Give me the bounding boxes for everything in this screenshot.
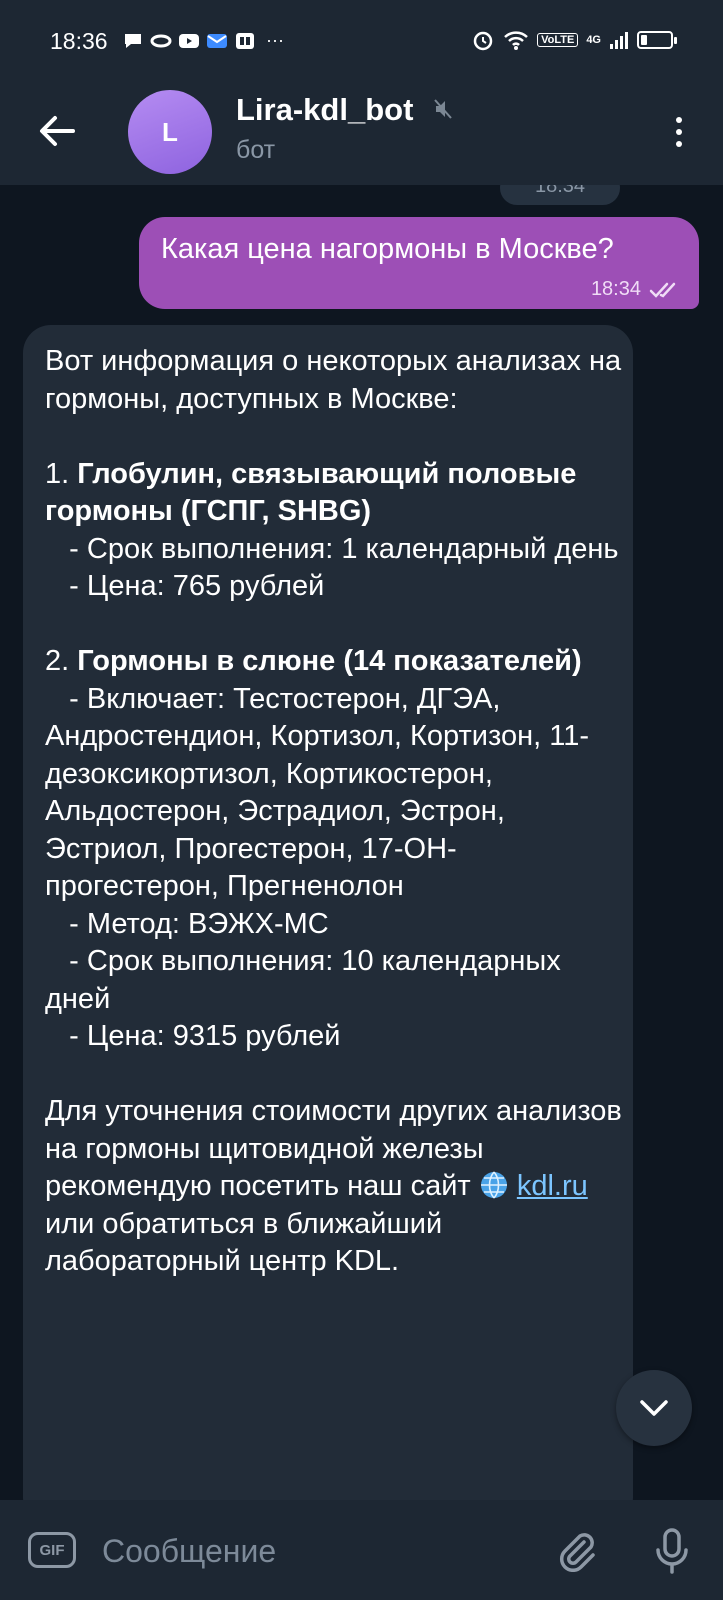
kdl-link[interactable]: kdl.ru [517,1170,588,1202]
globe-icon [480,1171,507,1199]
office-icon [236,32,254,49]
signal-icon [610,32,628,49]
system-icons: VoLTE 4G [471,28,677,52]
chat-subtitle: бот [236,136,276,164]
item1-title: Глобулин, связывающий половые гормоны (Г… [45,457,585,528]
avatar-letter: L [162,116,178,147]
alarm-icon [473,31,493,51]
chevron-down-icon [640,1400,668,1416]
item1-details: - Срок выполнения: 1 календарный день - … [69,532,619,603]
status-bar: 18:36 ··· VoLTE 4G [0,0,723,82]
incoming-message-text: Вот информация о некоторых анализах на г… [45,343,625,1281]
item1-number: 1. [45,457,78,490]
attach-icon[interactable] [554,1528,598,1572]
outgoing-message-text: Какая цена нагормоны в Москве? [161,233,614,265]
item2-details: - Включает: Тестостерон, ДГЭА, Андростен… [45,682,589,1053]
back-button[interactable] [30,104,84,158]
gif-button[interactable]: GIF [28,1532,76,1568]
item2-title: Гормоны в слюне (14 показателей) [77,645,582,677]
network-type: 4G [586,34,601,46]
double-check-icon [649,282,676,298]
volte-badge: VoLTE [537,33,579,47]
youtube-icon [179,33,199,48]
back-arrow-icon [40,116,75,146]
chat-title[interactable]: Lira-kdl_bot [236,92,413,128]
date-pill: 18:34 [500,185,620,205]
incoming-message[interactable]: Вот информация о некоторых анализах на г… [23,325,633,1500]
more-notifications: ··· [266,30,284,50]
mic-icon[interactable] [652,1526,692,1576]
message-intro: Вот информация о некоторых анализах на г… [45,345,630,415]
chat-header: L Lira-kdl_bot бот [0,82,723,185]
avatar[interactable]: L [128,90,212,174]
chat-notification-icon [125,33,141,48]
outgoing-message[interactable]: Какая цена нагормоны в Москве? 18:34 [139,217,699,309]
notification-icons: ··· [122,30,284,51]
battery-icon [637,31,677,49]
message-meta: 18:34 [591,278,681,301]
input-bar: GIF [0,1500,723,1600]
scroll-down-button[interactable] [616,1370,692,1446]
wifi-icon [504,31,528,50]
loop-icon [150,34,172,47]
message-input[interactable] [100,1528,524,1574]
mail-icon [207,33,227,48]
chat-area[interactable]: 18:34 Какая цена нагормоны в Москве? 18:… [0,185,723,1500]
message-time: 18:34 [590,278,641,300]
more-vert-icon[interactable] [669,110,689,154]
status-time: 18:36 [50,28,108,54]
mute-icon [434,99,452,119]
item2-number: 2. [45,645,78,677]
